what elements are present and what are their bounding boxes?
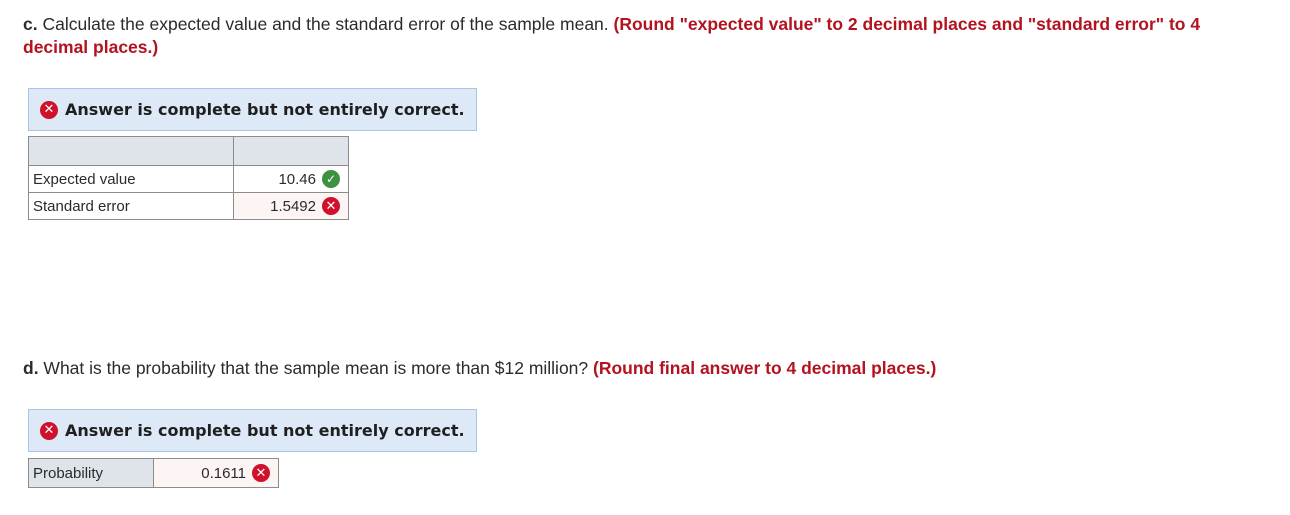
row-label-probability: Probability — [28, 458, 154, 488]
question-c: c. Calculate the expected value and the … — [23, 13, 1223, 59]
row-label-standard-error: Standard error — [28, 192, 234, 220]
answer-value-probability: 0.1611 — [201, 464, 246, 482]
question-d-text: What is the probability that the sample … — [38, 358, 594, 378]
question-d-hint: (Round final answer to 4 decimal places.… — [593, 358, 937, 378]
check-circle-icon: ✓ — [322, 170, 340, 188]
table-header-row — [28, 136, 349, 166]
feedback-banner-c: ✕ Answer is complete but not entirely co… — [28, 88, 477, 131]
table-header-cell — [233, 136, 349, 166]
feedback-banner-d: ✕ Answer is complete but not entirely co… — [28, 409, 477, 452]
table-row: Probability 0.1611 ✕ — [28, 458, 279, 488]
question-d-label: d. — [23, 358, 39, 378]
x-circle-icon: ✕ — [322, 197, 340, 215]
table-row: Standard error 1.5492 ✕ — [28, 192, 349, 220]
table-header-cell — [28, 136, 234, 166]
answer-value-expected-value: 10.46 — [278, 170, 316, 188]
question-c-text: Calculate the expected value and the sta… — [37, 14, 614, 34]
answer-cell-probability[interactable]: 0.1611 ✕ — [153, 458, 279, 488]
x-circle-icon: ✕ — [40, 100, 58, 119]
answer-cell-standard-error[interactable]: 1.5492 ✕ — [233, 192, 349, 220]
answer-table-d: Probability 0.1611 ✕ — [28, 458, 279, 488]
question-d: d. What is the probability that the samp… — [23, 357, 1243, 380]
answer-value-standard-error: 1.5492 — [270, 197, 316, 215]
table-row: Expected value 10.46 ✓ — [28, 165, 349, 193]
feedback-banner-c-text: Answer is complete but not entirely corr… — [65, 100, 465, 119]
row-label-expected-value: Expected value — [28, 165, 234, 193]
feedback-banner-d-text: Answer is complete but not entirely corr… — [65, 421, 465, 440]
x-circle-icon: ✕ — [40, 421, 58, 440]
x-circle-icon: ✕ — [252, 464, 270, 482]
question-c-label: c. — [23, 14, 38, 34]
answer-cell-expected-value[interactable]: 10.46 ✓ — [233, 165, 349, 193]
answer-table-c: Expected value 10.46 ✓ Standard error 1.… — [28, 136, 349, 220]
